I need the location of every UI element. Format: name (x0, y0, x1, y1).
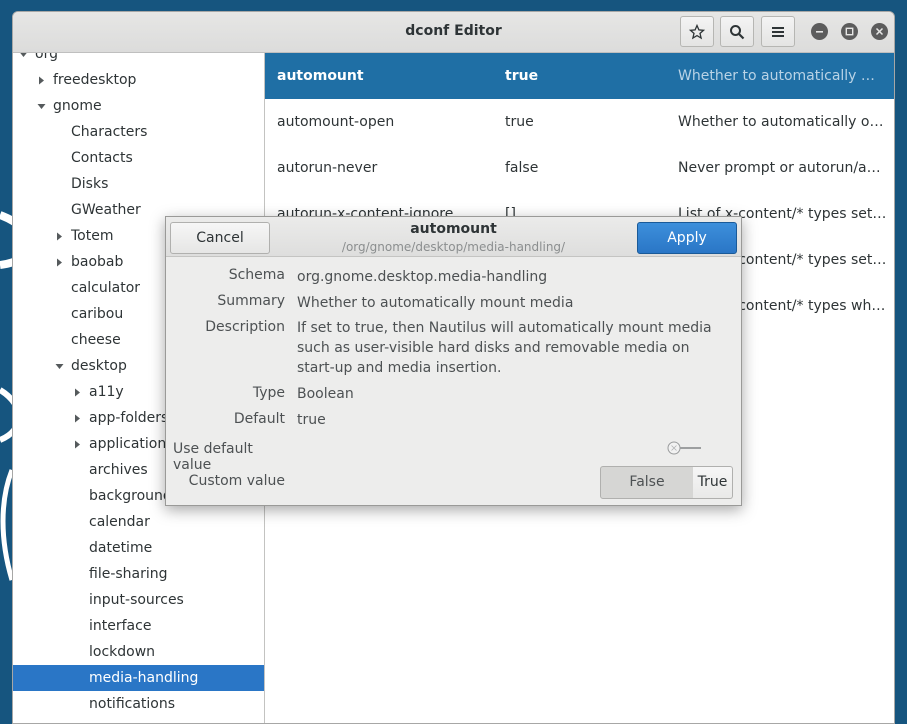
tree-item-label: app-folders (89, 410, 169, 426)
tree-item-label: desktop (71, 358, 127, 374)
search-button[interactable] (720, 16, 754, 47)
description-label: Description (205, 319, 285, 335)
hamburger-menu-icon (772, 26, 784, 37)
close-button[interactable] (871, 23, 888, 40)
summary-label: Summary (217, 293, 285, 309)
expander-collapsed-icon[interactable] (35, 67, 47, 93)
tree-item-label: Totem (71, 228, 114, 244)
tree-item-org[interactable]: org (13, 53, 264, 67)
dialog-header: Cancel automount /org/gnome/desktop/medi… (166, 217, 741, 257)
tree-item-label: cheese (71, 332, 121, 348)
minimize-icon (816, 31, 823, 33)
tree-item-characters[interactable]: Characters (13, 119, 264, 145)
tree-item-label: freedesktop (53, 72, 137, 88)
schema-label: Schema (228, 267, 285, 283)
tree-item-media-handling[interactable]: media-handling (13, 665, 264, 691)
tree-item-label: calculator (71, 280, 141, 296)
maximize-button[interactable] (841, 23, 858, 40)
bookmark-button[interactable] (680, 16, 714, 47)
use-default-label: Use default value (173, 441, 253, 473)
star-icon (689, 23, 705, 39)
tree-item-label: input-sources (89, 592, 184, 608)
tree-item-label: archives (89, 462, 148, 478)
key-row[interactable]: automount true Whether to automatically mo… (265, 53, 894, 99)
use-default-switch[interactable] (665, 441, 703, 455)
key-summary: Whether to automatically open… (678, 114, 888, 130)
expander-expanded-icon[interactable] (35, 93, 47, 119)
header-bar: dconf Editor (13, 12, 894, 53)
tree-item-label: GWeather (71, 202, 141, 218)
summary-value: Whether to automatically mount media (297, 295, 574, 311)
tree-item-interface[interactable]: interface (13, 613, 264, 639)
key-value: false (505, 160, 539, 176)
tree-item-label: a11y (89, 384, 124, 400)
minimize-button[interactable] (811, 23, 828, 40)
key-row[interactable]: autorun-never false Never prompt or autoru… (265, 145, 894, 191)
tree-item-gnome[interactable]: gnome (13, 93, 264, 119)
key-name: automount-open (277, 114, 395, 130)
tree-item-label: background (89, 488, 172, 504)
expander-expanded-icon[interactable] (53, 353, 65, 379)
key-value: true (505, 114, 534, 130)
description-value: If set to true, then Nautilus will autom… (297, 320, 712, 376)
tree-item-label: Contacts (71, 150, 133, 166)
apply-button[interactable]: Apply (637, 222, 737, 254)
expander-collapsed-icon[interactable] (71, 431, 83, 457)
tree-item-file-sharing[interactable]: file-sharing (13, 561, 264, 587)
menu-button[interactable] (761, 16, 795, 47)
key-summary: Never prompt or autorun/autos… (678, 160, 888, 176)
expander-collapsed-icon[interactable] (53, 249, 65, 275)
maximize-icon (845, 27, 854, 36)
tree-item-datetime[interactable]: datetime (13, 535, 264, 561)
tree-item-disks[interactable]: Disks (13, 171, 264, 197)
default-label: Default (233, 411, 285, 427)
true-toggle-button[interactable]: True (693, 466, 733, 499)
type-value: Boolean (297, 386, 354, 402)
tree-item-label: Disks (71, 176, 109, 192)
tree-item-label: org (35, 53, 58, 62)
default-value: true (297, 412, 326, 428)
tree-item-label: calendar (89, 514, 150, 530)
tree-item-label: caribou (71, 306, 124, 322)
tree-item-label: datetime (89, 540, 153, 556)
close-icon (875, 27, 884, 36)
search-icon (730, 24, 745, 39)
key-editor-dialog: Cancel automount /org/gnome/desktop/medi… (165, 216, 742, 506)
tree-item-freedesktop[interactable]: freedesktop (13, 67, 264, 93)
schema-value: org.gnome.desktop.media-handling (297, 269, 548, 285)
key-value: true (505, 68, 539, 84)
tree-item-lockdown[interactable]: lockdown (13, 639, 264, 665)
tree-item-contacts[interactable]: Contacts (13, 145, 264, 171)
type-label: Type (252, 385, 285, 401)
tree-item-label: file-sharing (89, 566, 168, 582)
key-row[interactable]: automount-open true Whether to automatical… (265, 99, 894, 145)
false-toggle-button[interactable]: False (600, 466, 694, 499)
tree-item-label: Characters (71, 124, 148, 140)
tree-item-input-sources[interactable]: input-sources (13, 587, 264, 613)
key-summary: Whether to automatically mou… (678, 68, 888, 84)
tree-item-label: applications (89, 436, 174, 452)
key-name: automount (277, 68, 364, 84)
tree-item-notifications[interactable]: notifications (13, 691, 264, 717)
expander-collapsed-icon[interactable] (71, 405, 83, 431)
tree-item-label: lockdown (89, 644, 156, 660)
expander-collapsed-icon[interactable] (71, 379, 83, 405)
tree-item-label: media-handling (89, 670, 199, 686)
expander-expanded-icon[interactable] (17, 53, 29, 67)
tree-item-calendar[interactable]: calendar (13, 509, 264, 535)
custom-value-label: Custom value (188, 473, 285, 489)
expander-collapsed-icon[interactable] (53, 223, 65, 249)
tree-item-label: baobab (71, 254, 124, 270)
key-name: autorun-never (277, 160, 378, 176)
tree-item-label: notifications (89, 696, 176, 712)
tree-item-label: gnome (53, 98, 102, 114)
tree-item-label: interface (89, 618, 152, 634)
